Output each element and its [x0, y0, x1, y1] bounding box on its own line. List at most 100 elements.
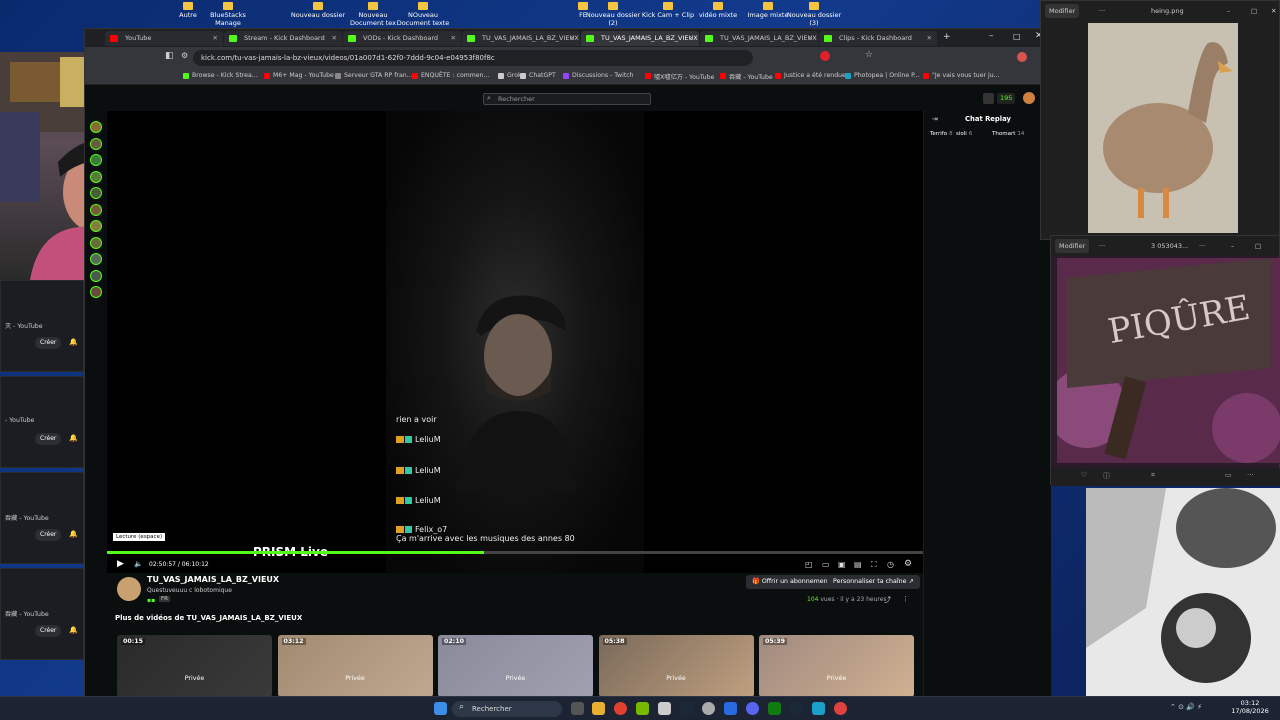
more-options-icon[interactable]: ⋮ — [902, 595, 909, 603]
progress-bar[interactable] — [107, 551, 923, 554]
followed-channel-avatar[interactable] — [90, 286, 102, 298]
video-thumbnail[interactable]: 05:39 Privée — [759, 635, 914, 697]
video-thumbnail[interactable]: 00:15 Privée — [117, 635, 272, 697]
start-menu-icon[interactable] — [434, 702, 447, 715]
app-icon[interactable] — [724, 702, 737, 715]
volume-icon[interactable]: 🔈 — [134, 560, 143, 568]
more-icon[interactable]: ··· — [1199, 236, 1205, 256]
video-thumbnail[interactable]: 03:12 Privée — [277, 635, 433, 697]
frame-icon[interactable]: ▭ — [1225, 471, 1232, 479]
crop-icon[interactable]: ⌗ — [1151, 471, 1155, 480]
notification-bell-icon[interactable]: 🔔 — [69, 530, 78, 538]
followed-channel-avatar[interactable] — [90, 203, 102, 216]
more-icon[interactable]: ··· — [1247, 471, 1254, 479]
maximize-button[interactable]: □ — [1013, 32, 1021, 41]
bookmark-item[interactable]: ENQUÊTE : commen... — [412, 72, 489, 79]
bookmark-item[interactable]: Justice a été rendue... — [775, 72, 852, 79]
bookmark-item[interactable]: 吞藏 - YouTube — [720, 72, 773, 81]
followed-channel-avatar[interactable] — [90, 236, 102, 249]
video-thumbnail[interactable]: 05:38 Privée — [598, 635, 754, 697]
create-button[interactable]: Créer — [35, 529, 62, 541]
tab[interactable]: VODs - Kick Dashboard ✕ — [343, 31, 461, 46]
notification-bell-icon[interactable]: 🔔 — [69, 626, 78, 634]
close-tab-icon[interactable]: ✕ — [451, 31, 456, 46]
tab[interactable]: YouTube ✕ — [105, 31, 223, 46]
desktop-icon[interactable]: vidéo mixte — [690, 2, 746, 19]
close-tab-icon[interactable]: ✕ — [570, 31, 575, 46]
followed-channel-avatar[interactable] — [90, 220, 102, 232]
library-icon[interactable] — [983, 93, 994, 104]
app-icon[interactable] — [658, 702, 671, 715]
followed-channel-avatar[interactable] — [90, 253, 102, 265]
search-input[interactable]: Rechercher — [483, 93, 651, 105]
gift-subscription-button[interactable]: 🎁 Offrir un abonnement — [746, 575, 837, 589]
user-avatar[interactable] — [1023, 92, 1035, 104]
channel-name[interactable]: TU_VAS_JAMAIS_LA_BZ_VIEUX — [147, 575, 279, 584]
info-icon[interactable]: ⓘ — [1103, 471, 1110, 481]
bookmark-item[interactable]: 嘘X嘘亿万 - YouTube — [645, 72, 714, 81]
url-field[interactable]: kick.com/tu-vas-jamais-la-bz-vieux/video… — [193, 50, 753, 66]
close-button[interactable]: ✕ — [1271, 1, 1276, 21]
tab[interactable]: Stream - Kick Dashboard ✕ — [224, 31, 342, 46]
pip-icon[interactable]: ▣ — [838, 560, 846, 569]
chat-user-badge[interactable]: Thomart 14 — [992, 131, 1024, 137]
more-icon[interactable]: ··· — [1099, 236, 1105, 256]
coins-badge[interactable]: 195 — [997, 93, 1016, 104]
taskbar-search[interactable]: Rechercher — [452, 701, 562, 717]
bookmark-item[interactable]: Serveur GTA RP fran... — [335, 72, 413, 79]
bookmark-item[interactable]: Discussions - Twitch — [563, 72, 634, 79]
xbox-icon[interactable] — [768, 702, 781, 715]
tab[interactable]: TU_VAS_JAMAIS_LA_BZ_VIEUX ✕ — [462, 31, 580, 46]
desktop-icon[interactable]: BlueStacks Manage — [200, 2, 256, 27]
edit-button[interactable]: Modifier — [1055, 239, 1090, 253]
play-button[interactable]: ▶ — [117, 559, 124, 569]
notification-bell-icon[interactable]: 🔔 — [69, 338, 78, 346]
nvidia-icon[interactable] — [636, 702, 649, 715]
cast-icon[interactable]: ▤ — [854, 560, 862, 569]
video-thumbnail[interactable]: 02:10 Privée — [438, 635, 593, 697]
customize-channel-button[interactable]: Personnaliser ta chaîne ↗ — [827, 575, 920, 589]
tab[interactable]: Clips - Kick Dashboard ✕ — [819, 31, 937, 46]
site-info-icon[interactable]: ⚙ — [181, 51, 188, 60]
followed-channel-avatar[interactable] — [90, 154, 102, 166]
followed-channel-avatar[interactable] — [90, 121, 102, 133]
clock[interactable]: 03:12 17/08/2026 — [1226, 699, 1274, 715]
followed-channel-avatar[interactable] — [90, 137, 102, 150]
bookmark-item[interactable]: M6+ Mag - YouTube — [264, 72, 334, 79]
favorite-icon[interactable]: ♡ — [1081, 471, 1087, 479]
maximize-button[interactable]: □ — [1255, 236, 1261, 256]
tab[interactable]: TU_VAS_JAMAIS_LA_BZ_VIEUX ✕ — [581, 31, 699, 46]
settings-gear-icon[interactable]: ⚙ — [904, 559, 912, 569]
minimize-button[interactable]: – — [989, 31, 994, 41]
profile-avatar[interactable] — [1017, 52, 1027, 62]
desktop-icon[interactable]: Nouveau dossier (3) — [786, 2, 842, 27]
minimize-button[interactable]: – — [1231, 236, 1234, 256]
followed-channel-avatar[interactable] — [90, 170, 102, 183]
more-icon[interactable]: ··· — [1099, 1, 1105, 21]
fullscreen-icon[interactable]: ⛶ — [871, 560, 877, 570]
steam-icon[interactable] — [790, 702, 803, 715]
desktop-icon[interactable]: Nouveau dossier (2) — [585, 2, 641, 27]
minimize-button[interactable]: – — [1227, 1, 1230, 21]
followed-channel-avatar[interactable] — [90, 187, 102, 199]
discord-icon[interactable] — [746, 702, 759, 715]
channel-avatar[interactable] — [117, 577, 141, 601]
close-tab-icon[interactable]: ✕ — [689, 31, 694, 46]
close-tab-icon[interactable]: ✕ — [332, 31, 337, 46]
notification-bell-icon[interactable]: 🔔 — [69, 434, 78, 442]
bookmark-star-icon[interactable]: ☆ — [865, 50, 873, 60]
bookmark-item[interactable]: Grok — [498, 72, 522, 79]
chat-user-badge[interactable]: Terrifo 8 — [930, 131, 953, 137]
obs-icon[interactable] — [702, 702, 715, 715]
bookmark-item[interactable]: Browse - Kick Strea... — [183, 72, 258, 79]
followed-channel-avatar[interactable] — [90, 269, 102, 282]
create-button[interactable]: Créer — [35, 433, 62, 445]
opera-extension-icon[interactable] — [820, 51, 830, 61]
create-button[interactable]: Créer — [35, 337, 62, 349]
task-view-icon[interactable] — [571, 702, 584, 715]
tray-icons[interactable]: ⌃ ⊙ 🔊 ⚡ — [1170, 703, 1202, 711]
photopea-icon[interactable] — [812, 702, 825, 715]
steam-icon[interactable] — [680, 702, 693, 715]
maximize-button[interactable]: □ — [1251, 1, 1257, 21]
clip-icon[interactable]: ◰ — [805, 560, 813, 569]
